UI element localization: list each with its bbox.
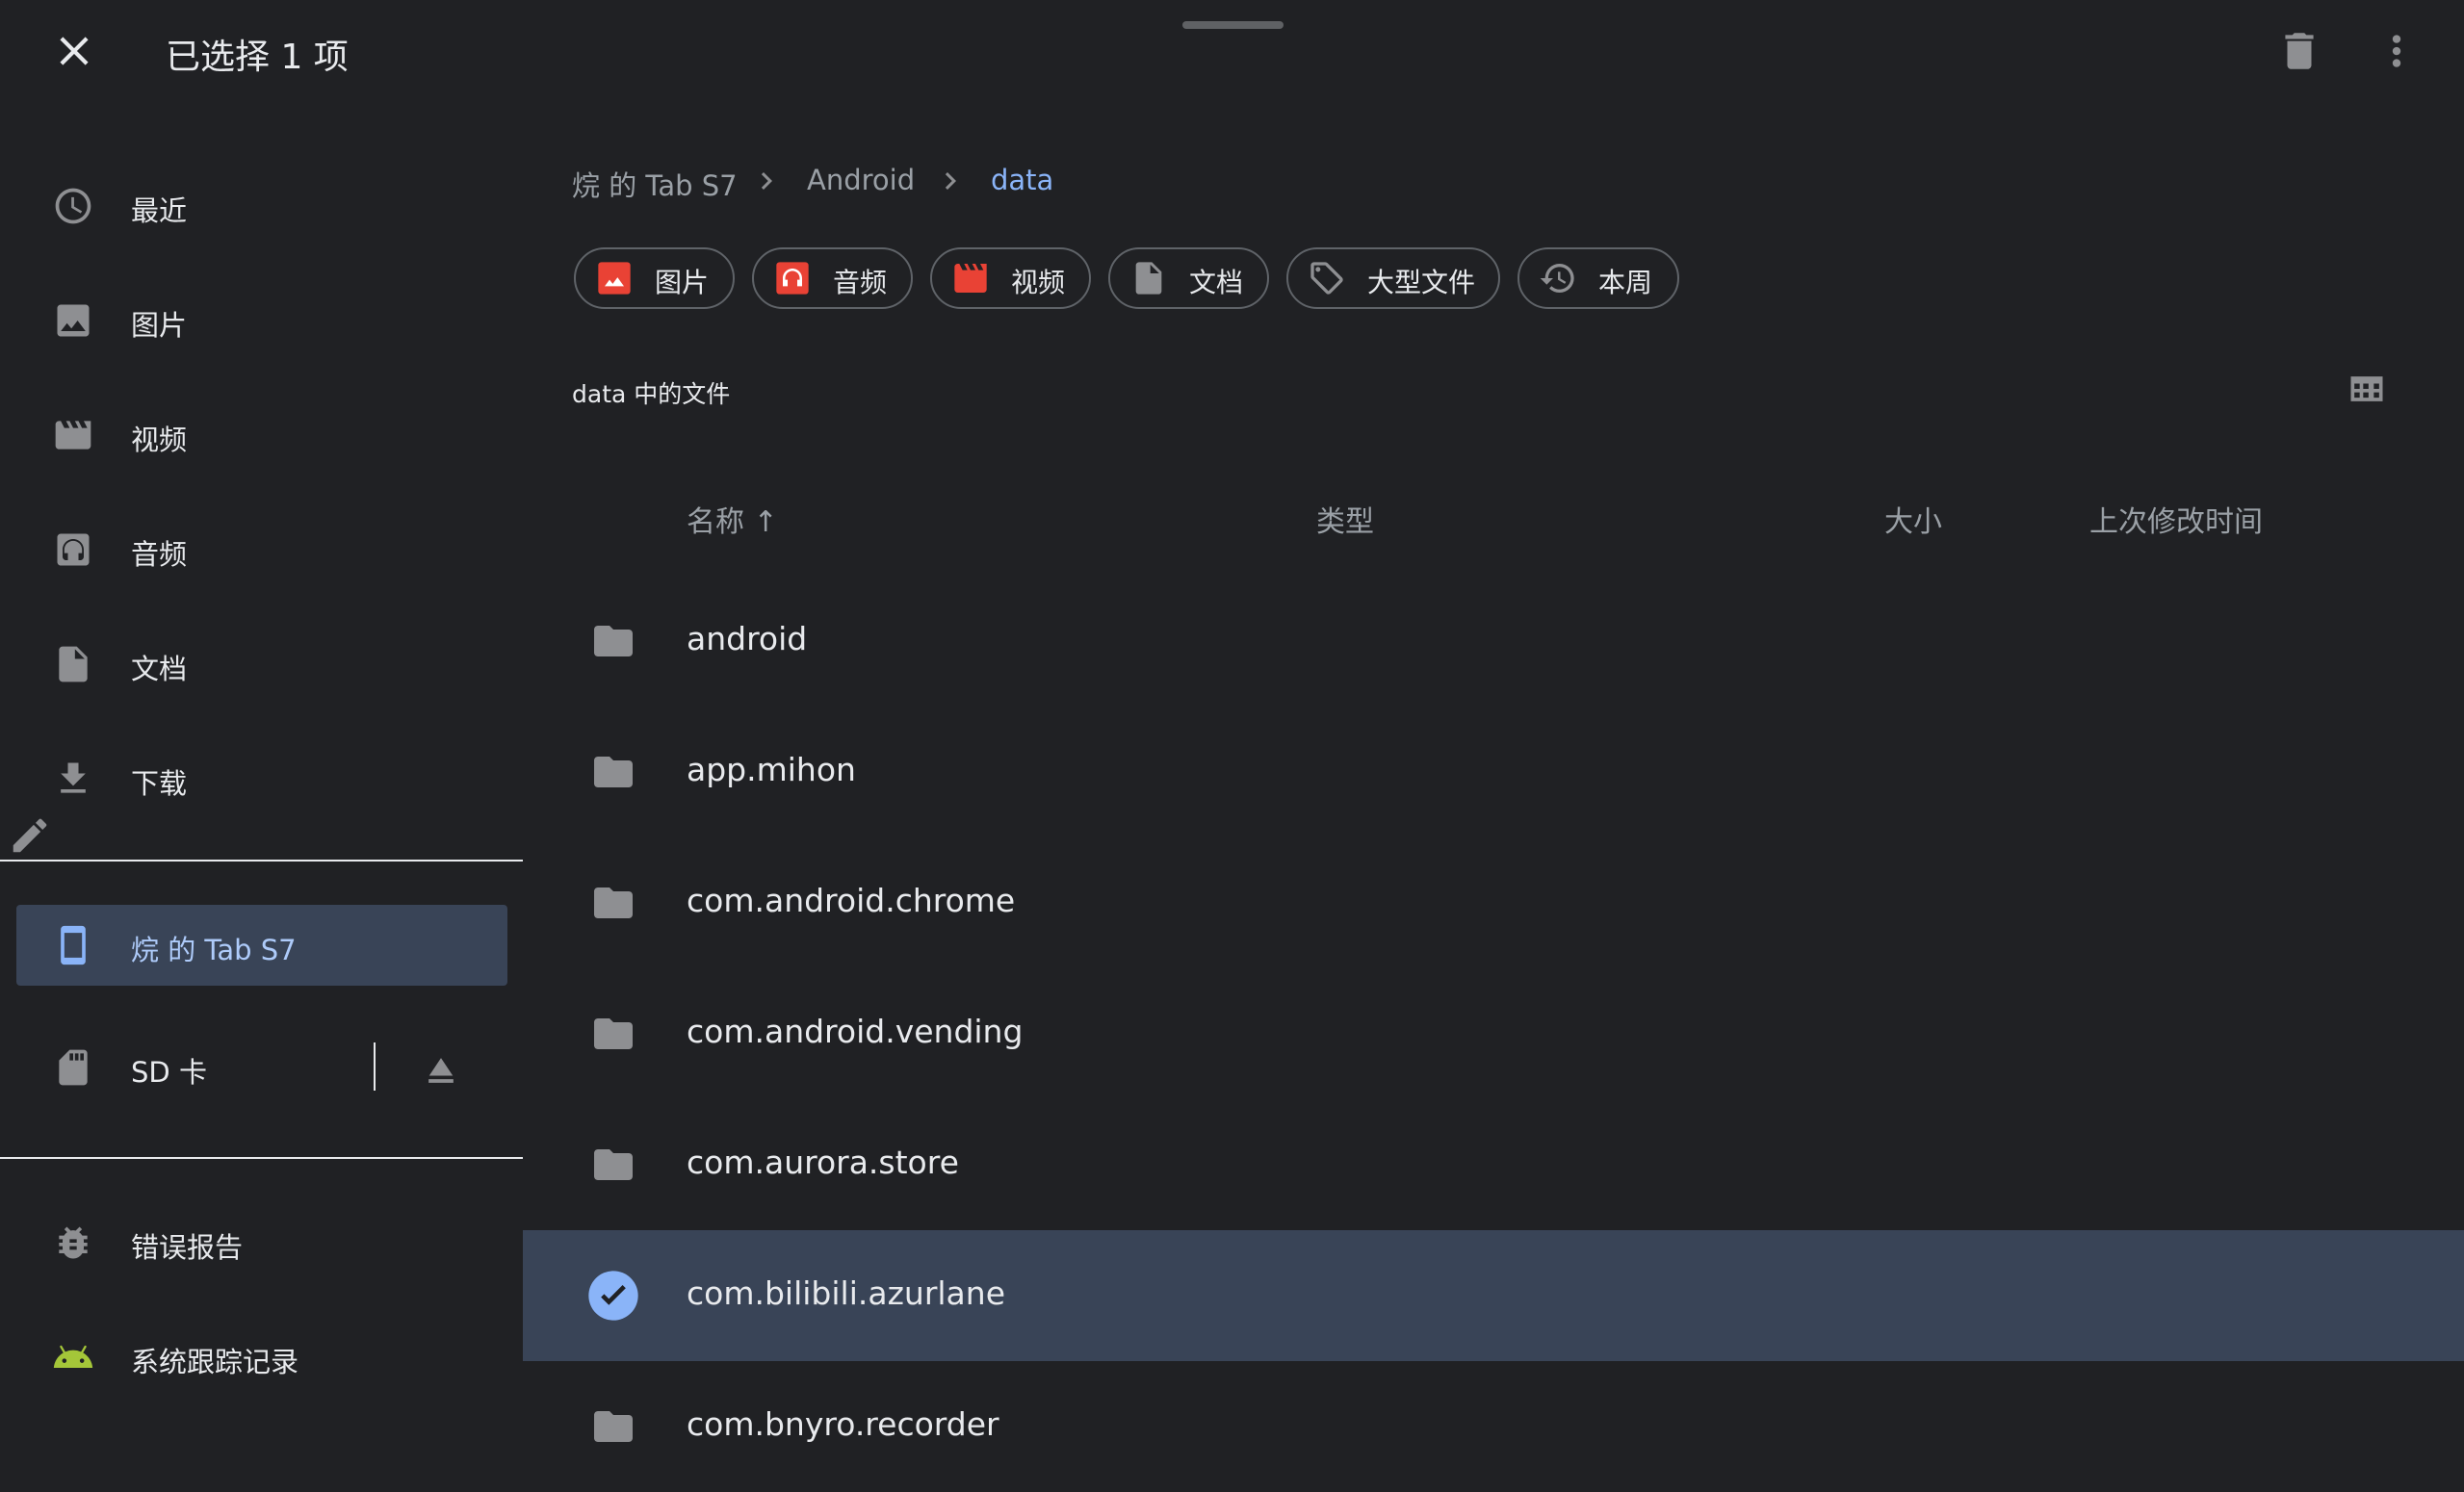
sidebar-item-label: 下载 (131, 767, 188, 800)
sidebar-item-images[interactable]: 图片 (0, 276, 523, 365)
sidebar-item-bug-report[interactable]: 错误报告 (0, 1198, 523, 1287)
chip-images[interactable]: 图片 (574, 247, 735, 309)
chevron-right-icon (761, 172, 772, 190)
chevron-right-icon (945, 172, 956, 190)
chip-videos[interactable]: 视频 (930, 247, 1091, 309)
sidebar-item-label: 系统跟踪记录 (131, 1346, 299, 1378)
sidebar-item-label: 最近 (131, 194, 188, 227)
sidebar-item-recent[interactable]: 最近 (0, 162, 523, 250)
sidebar-item-label: 错误报告 (131, 1231, 244, 1264)
sidebar-item-label: 视频 (131, 424, 188, 456)
file-row[interactable]: com.aurora.store (523, 1099, 2464, 1230)
sidebar-item-label: 音频 (131, 538, 188, 571)
chip-large-files[interactable]: 大型文件 (1286, 247, 1500, 309)
file-name: com.android.chrome (687, 882, 1016, 919)
document-icon (59, 646, 88, 682)
chip-label: 本周 (1598, 267, 1653, 298)
file-name: com.android.vending (687, 1013, 1024, 1050)
folder-icon (594, 1411, 633, 1442)
grid-view-icon[interactable] (2346, 368, 2388, 410)
sidebar-item-device[interactable]: 烷 的 Tab S7 (16, 905, 507, 986)
clock-icon (55, 188, 91, 224)
image-icon (57, 304, 90, 337)
sidebar-item-label: SD 卡 (131, 1056, 207, 1089)
check-circle-icon[interactable] (586, 1269, 640, 1323)
tag-icon (1310, 262, 1343, 295)
file-row[interactable]: com.bnyro.recorder (523, 1361, 2464, 1492)
chip-label: 音频 (833, 267, 888, 298)
android-icon (53, 1345, 93, 1368)
sidebar-item-sd-card[interactable]: SD 卡 (0, 1023, 366, 1112)
column-header-size[interactable]: 大小 (1884, 498, 1942, 540)
folder-icon (594, 1018, 633, 1049)
file-name: app.mihon (687, 751, 856, 788)
folder-icon (594, 626, 633, 656)
sd-separator (374, 1042, 376, 1091)
chip-label: 图片 (655, 267, 710, 298)
chip-audio[interactable]: 音频 (752, 247, 913, 309)
file-row[interactable]: android (523, 576, 2464, 707)
breadcrumb-item-data[interactable]: data (991, 164, 1053, 196)
document-icon (1135, 262, 1162, 295)
column-header-name[interactable]: 名称 ↑ (687, 498, 778, 540)
eject-icon[interactable] (420, 1049, 462, 1092)
close-icon[interactable] (50, 27, 98, 75)
sidebar-item-downloads[interactable]: 下载 (0, 734, 523, 823)
sidebar-divider (0, 1157, 523, 1159)
video-icon (55, 421, 91, 450)
drag-handle[interactable] (1182, 21, 1284, 29)
chip-label: 文档 (1189, 267, 1244, 298)
audio-icon (776, 262, 809, 295)
chip-this-week[interactable]: 本周 (1517, 247, 1679, 309)
folder-icon (594, 1149, 633, 1180)
folder-icon (594, 757, 633, 787)
sidebar-item-label: 文档 (131, 653, 188, 685)
section-label: data 中的文件 (572, 380, 731, 408)
sidebar-item-system-trace[interactable]: 系统跟踪记录 (0, 1313, 523, 1402)
tablet-icon (61, 925, 86, 965)
file-name: com.bilibili.azurlane (687, 1274, 1005, 1312)
sd-card-icon (59, 1049, 88, 1086)
download-icon (61, 762, 86, 793)
folder-icon (594, 887, 633, 918)
column-header-type[interactable]: 类型 (1316, 498, 1374, 540)
breadcrumb-item-android[interactable]: Android (807, 164, 915, 196)
more-vert-icon[interactable] (2373, 27, 2421, 75)
sidebar-item-videos[interactable]: 视频 (0, 391, 523, 479)
sidebar-item-audio[interactable]: 音频 (0, 505, 523, 594)
file-name: com.aurora.store (687, 1144, 959, 1181)
chip-label: 视频 (1011, 267, 1066, 298)
file-name: android (687, 620, 808, 657)
chip-label: 大型文件 (1367, 267, 1476, 298)
file-row[interactable]: app.mihon (523, 707, 2464, 837)
audio-icon (57, 533, 90, 566)
image-icon (598, 262, 631, 295)
sidebar-item-documents[interactable]: 文档 (0, 620, 523, 708)
bug-icon (59, 1226, 88, 1259)
sidebar-item-label: 烷 的 Tab S7 (131, 934, 297, 966)
column-header-modified[interactable]: 上次修改时间 (2089, 498, 2263, 540)
chip-documents[interactable]: 文档 (1108, 247, 1269, 309)
video-icon (954, 264, 987, 293)
sidebar-item-label: 图片 (131, 309, 188, 342)
history-icon (1540, 264, 1574, 293)
breadcrumb-item-device[interactable]: 烷 的 Tab S7 (572, 164, 738, 204)
file-row[interactable]: com.android.vending (523, 968, 2464, 1099)
sidebar-divider (0, 860, 523, 862)
file-row-selected[interactable]: com.bilibili.azurlane (523, 1230, 2464, 1361)
pencil-icon[interactable] (8, 813, 52, 858)
file-name: com.bnyro.recorder (687, 1405, 999, 1443)
file-row[interactable]: com.android.chrome (523, 837, 2464, 968)
selection-title: 已选择 1 项 (166, 38, 349, 77)
delete-icon[interactable] (2275, 27, 2323, 75)
